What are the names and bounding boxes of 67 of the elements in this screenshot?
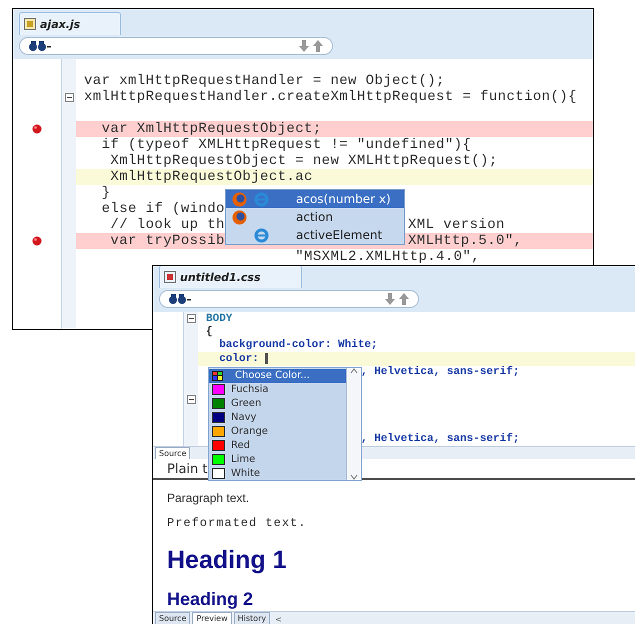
file-icon: [24, 18, 36, 30]
binoculars-icon[interactable]: [168, 294, 192, 304]
source-tab[interactable]: Source: [155, 446, 190, 459]
palette-icon: [212, 370, 223, 381]
view-tab[interactable]: Source: [155, 612, 190, 624]
code-line: {: [206, 326, 213, 338]
file-tab[interactable]: ajax.js: [19, 12, 122, 35]
code-line: "MSXML2.XMLHttp.4.0",: [294, 249, 480, 265]
text-caret: [265, 353, 268, 364]
collapse-icon[interactable]: [186, 314, 196, 324]
code-line: if (typeof XMLHttpRequest != "undefined"){: [100, 137, 472, 153]
up-arrow-icon[interactable]: [312, 40, 324, 52]
breakpoint-icon[interactable]: [32, 236, 42, 246]
file-icon: [164, 271, 176, 283]
color-option[interactable]: Orange: [209, 424, 346, 438]
code-line: else if (windo: [100, 201, 225, 217]
breakpoint-icon[interactable]: [32, 124, 42, 134]
scroll-left-arrow[interactable]: <: [272, 615, 285, 624]
tab-label[interactable]: ajax.js: [40, 18, 80, 30]
view-tab[interactable]: History: [234, 612, 270, 624]
preview-text: Preformated text.: [167, 516, 306, 530]
color-option[interactable]: White: [209, 466, 346, 480]
color-option[interactable]: Choose Color...: [209, 369, 346, 383]
firefox-icon: [232, 210, 246, 224]
search-bar[interactable]: [19, 37, 333, 55]
code-line: XmlHttpRequestObject = new XMLHttpRequest();: [109, 153, 498, 169]
color-option[interactable]: Navy: [209, 410, 346, 424]
color-option[interactable]: Red: [209, 438, 346, 452]
search-bar[interactable]: [159, 290, 419, 308]
code-line: var tryPossib: [109, 233, 225, 249]
color-option[interactable]: Green: [209, 396, 346, 411]
binoculars-icon[interactable]: [28, 41, 52, 51]
color-option[interactable]: Lime: [209, 452, 346, 466]
up-arrow-icon[interactable]: [398, 293, 410, 305]
completion-item[interactable]: activeElement: [226, 226, 404, 244]
scroll-down-icon[interactable]: [350, 474, 358, 480]
view-tab[interactable]: Preview: [192, 612, 232, 624]
file-tab[interactable]: untitled1.css: [159, 266, 302, 288]
code-line: var xmlHttpRequestHandler = new Object();: [84, 73, 445, 89]
code-line: background-color: White;: [218, 339, 378, 352]
scroll-up-icon[interactable]: [350, 368, 358, 374]
completion-item[interactable]: acos(number x): [226, 190, 404, 208]
code-line: XmlHttpRequestObject.ac: [109, 169, 313, 185]
code-line: XMLHttp.5.0",: [408, 233, 522, 249]
code-line: xmlHttpRequestHandler.createXmlHttpRequest = function(){: [84, 89, 577, 105]
code-line: }: [100, 185, 110, 201]
color-option[interactable]: Fuchsia: [209, 382, 346, 397]
firefox-icon: [232, 192, 246, 206]
code-line: BODY: [206, 312, 232, 325]
code-line: , Helvetica, sans-serif;: [361, 366, 520, 378]
collapse-icon[interactable]: [186, 394, 196, 404]
globe-e-icon: [254, 192, 268, 206]
down-arrow-icon[interactable]: [384, 293, 396, 305]
down-arrow-icon[interactable]: [298, 40, 310, 52]
preview-text: Heading 2: [167, 589, 254, 609]
code-line: // look up th: [109, 217, 225, 233]
code-line: , Helvetica, sans-serif;: [361, 433, 520, 446]
preview-text: Heading 1: [167, 545, 286, 575]
completion-item[interactable]: action: [226, 208, 404, 226]
code-line: var XmlHttpRequestObject;: [100, 121, 322, 137]
scrollbar[interactable]: [346, 368, 361, 480]
collapse-icon[interactable]: [64, 92, 74, 102]
globe-e-icon: [254, 228, 268, 242]
tab-label[interactable]: untitled1.css: [180, 270, 261, 284]
code-line: color:: [218, 352, 260, 365]
preview-text: Paragraph text.: [167, 491, 250, 505]
code-line: XML version: [408, 217, 505, 233]
